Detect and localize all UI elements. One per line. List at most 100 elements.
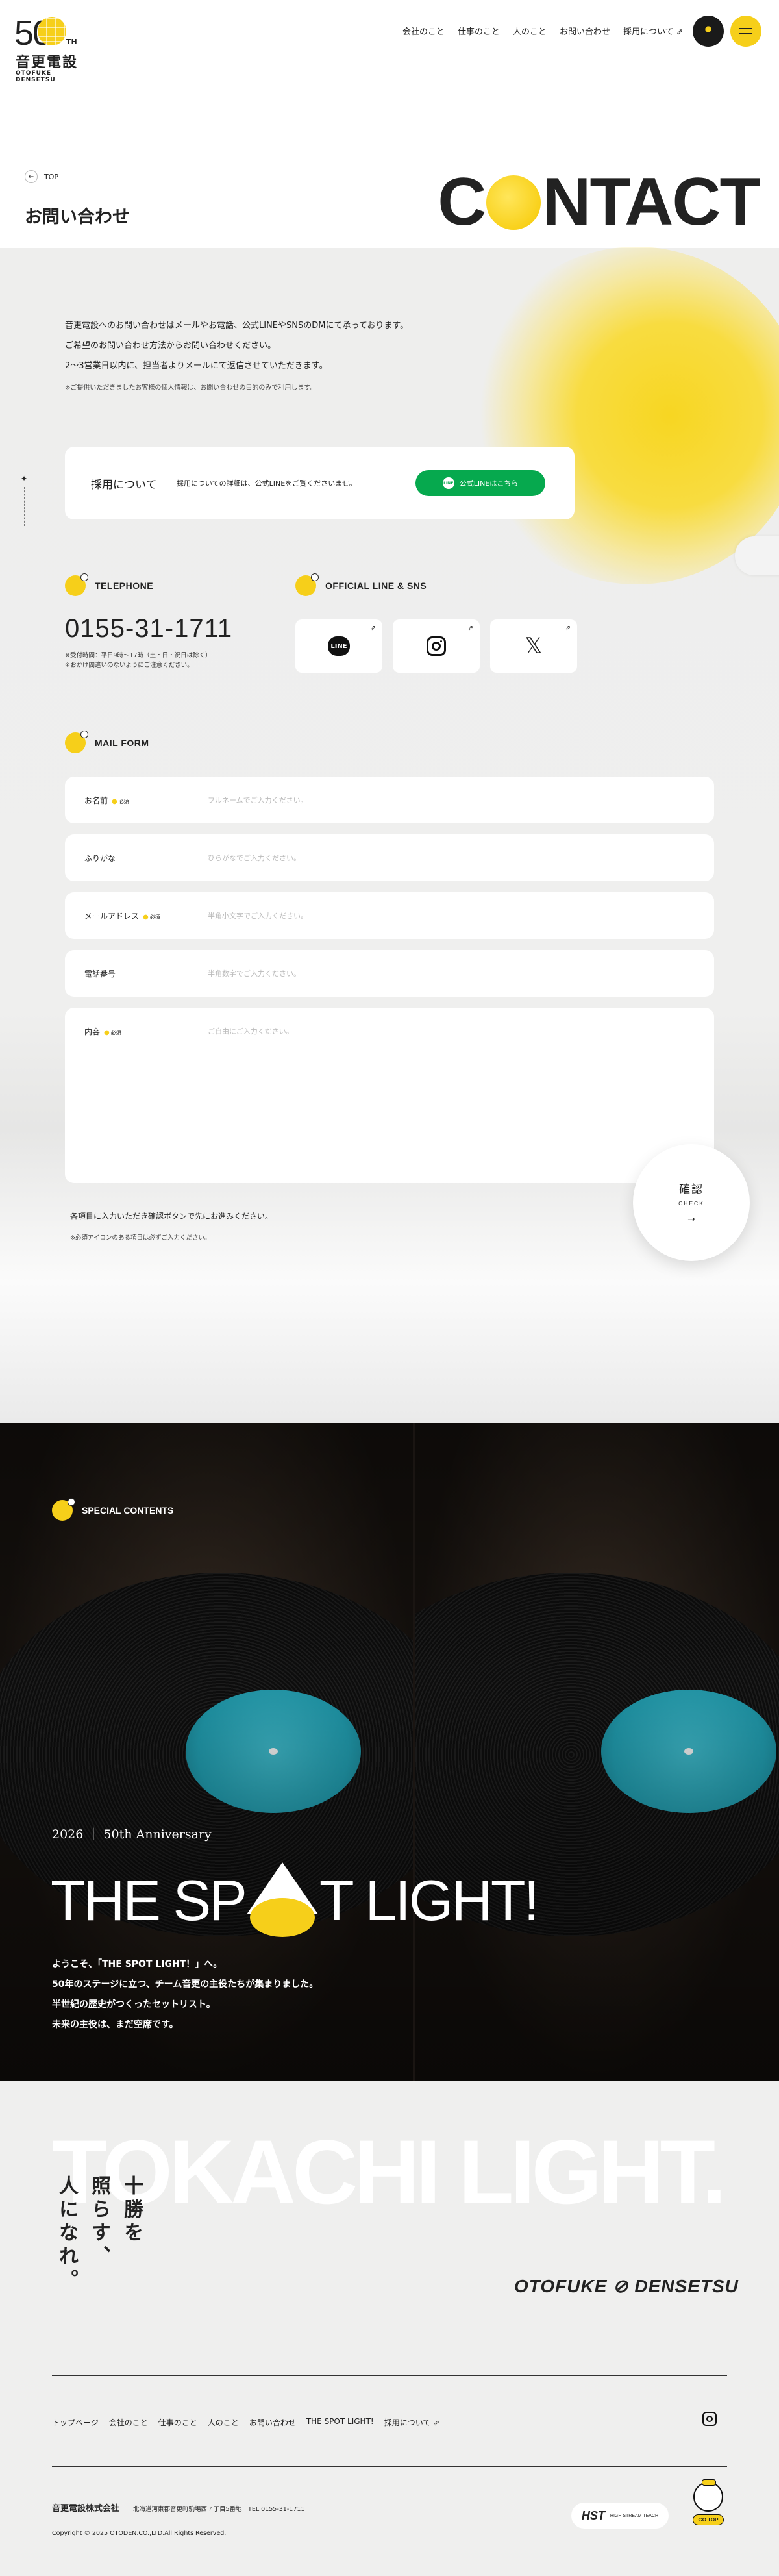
nav-company[interactable]: 会社のこと [402, 25, 445, 37]
arrow-right-icon: → [687, 1214, 695, 1225]
line-link[interactable]: LINE ⇗ [295, 619, 382, 673]
logo-japanese: 音更電設 [16, 55, 79, 71]
message-textarea[interactable]: ご自由にご入力ください。 [208, 1026, 293, 1036]
spotlight-line: ようこそ、「THE SPOT LIGHT！」へ。 [52, 1959, 223, 1970]
side-floating-tab[interactable] [735, 536, 779, 575]
mail-form-heading: MAIL FORM [65, 731, 149, 753]
phone-number[interactable]: 0155-31-1711 [65, 614, 232, 644]
required-badge: 必須 [112, 799, 129, 805]
brand-wordmark: OTOFUKE ⊘ DENSETSU [514, 2276, 739, 2296]
footer-nav-contact[interactable]: お問い合わせ [249, 2417, 296, 2428]
footer-nav-top[interactable]: トップページ [52, 2417, 99, 2428]
record-label [601, 1690, 776, 1813]
copyright: Copyright © 2025 OTODEN.CO.,LTD.All Righ… [52, 2530, 227, 2537]
record-label [186, 1690, 361, 1813]
spotlight-line: 半世紀の歴史がつくったセットリスト。 [52, 1999, 216, 2010]
mail-form-heading-label: MAIL FORM [95, 738, 149, 748]
footer-divider [52, 2466, 727, 2467]
confirm-label: 確認 [679, 1183, 704, 1196]
sns-links: LINE ⇗ ⇗ 𝕏 ⇗ [295, 619, 577, 673]
email-field[interactable]: メールアドレス必須 半角小文字でご入力ください。 [65, 892, 714, 939]
spotlight-section[interactable]: SPECIAL CONTENTS 2026 ｜ 50th Anniversary… [0, 1423, 779, 2081]
recruit-title: 採用について [91, 479, 157, 492]
name-field[interactable]: お名前必須 フルネームでご入力ください。 [65, 777, 714, 823]
spotlight-title-a: THE SP [51, 1868, 247, 1932]
phone-input[interactable]: 半角数字でご入力ください。 [208, 968, 301, 979]
field-label: 内容必須 [84, 1026, 121, 1037]
contact-heading-c: C [438, 164, 486, 240]
footer-nav-company[interactable]: 会社のこと [109, 2417, 148, 2428]
footer-nav-people[interactable]: 人のこと [208, 2417, 239, 2428]
furigana-field[interactable]: ふりがな ひらがなでご入力ください。 [65, 834, 714, 881]
spotlight-cone-icon [246, 1862, 318, 1937]
field-label: お名前必須 [84, 795, 129, 806]
phone-field[interactable]: 電話番号 半角数字でご入力ください。 [65, 950, 714, 997]
bulb-icon [52, 1498, 75, 1521]
bulb-icon [65, 731, 88, 753]
required-badge: 必須 [104, 1030, 121, 1036]
company-name: 音更電設株式会社 [52, 2504, 120, 2514]
external-link-icon: ⇗ [467, 625, 473, 632]
site-logo[interactable]: 50 TH 音更電設 OTOFUKE DENSETSU [14, 13, 86, 83]
field-label: ふりがな [84, 854, 116, 863]
field-label-text: メールアドレス [84, 912, 140, 921]
bulb-icon [65, 573, 88, 596]
go-top-button[interactable]: GO TOP [686, 2479, 731, 2531]
breadcrumb[interactable]: ← TOP [25, 170, 58, 183]
bulb-icon [295, 573, 319, 596]
logo-english: OTOFUKE DENSETSU [16, 70, 56, 83]
company-address: 北海道河東郡音更町駒場西７丁目5番地 TEL 0155-31-1711 [133, 2506, 305, 2513]
line-icon: LINE [328, 636, 350, 656]
hst-logo: HST [581, 2508, 605, 2522]
side-dashed-line [24, 487, 25, 526]
instagram-link[interactable]: ⇗ [393, 619, 480, 673]
hamburger-icon-line [739, 33, 752, 34]
telephone-heading: TELEPHONE [65, 573, 154, 596]
go-top-label: GO TOP [692, 2514, 724, 2525]
contact-page: 50 TH 音更電設 OTOFUKE DENSETSU 会社のこと 仕事のこと … [0, 0, 779, 2576]
sns-heading: OFFICIAL LINE & SNS [295, 573, 427, 596]
logo-ball-icon [38, 17, 66, 45]
furigana-input[interactable]: ひらがなでご入力ください。 [208, 853, 301, 863]
nav-people[interactable]: 人のこと [513, 25, 547, 37]
nav-recruit[interactable]: 採用について ⇗ [623, 25, 684, 37]
official-line-button[interactable]: LINE 公式LINEはこちら [415, 470, 545, 496]
x-link[interactable]: 𝕏 ⇗ [490, 619, 577, 673]
official-line-button-label: 公式LINEはこちら [459, 479, 519, 488]
instagram-icon[interactable] [702, 2412, 717, 2426]
spotlight-line: 未来の主役は、まだ空席です。 [52, 2020, 179, 2030]
site-footer: TOKACHI LIGHT. 十勝を 照らす、 人になれ。 OTOFUKE ⊘ … [0, 2081, 779, 2576]
line-icon: LINE [442, 477, 454, 489]
telephone-heading-label: TELEPHONE [95, 581, 154, 591]
spotlight-button[interactable] [693, 16, 724, 47]
name-input[interactable]: フルネームでご入力ください。 [208, 795, 308, 805]
footer-nav-recruit[interactable]: 採用について ⇗ [384, 2417, 440, 2428]
vertical-slogan-line: 照らす、 [88, 2175, 110, 2269]
sparkle-icon: ✦ [21, 474, 28, 483]
intro-line: ご希望のお問い合わせ方法からお問い合わせください。 [65, 341, 277, 351]
hst-tagline: HIGH STREAM TEACH [610, 2513, 659, 2518]
sns-heading-label: OFFICIAL LINE & SNS [325, 581, 427, 591]
yellow-circle-o-icon [486, 175, 541, 230]
menu-button[interactable] [730, 16, 761, 47]
footer-nav: トップページ 会社のこと 仕事のこと 人のこと お問い合わせ THE SPOT … [52, 2417, 439, 2428]
telephone-notes: ※受付時間：平日9時～17時（土・日・祝日は除く） ※おかけ間違いのないようにご… [65, 651, 212, 670]
mascot-icon [693, 2479, 723, 2512]
message-field[interactable]: 内容必須 ご自由にご入力ください。 [65, 1008, 714, 1183]
form-instruction: 各項目に入力いただき確認ボタンで先にお進みください。 [70, 1212, 273, 1221]
back-arrow-icon: ← [25, 170, 38, 183]
field-label: メールアドレス必須 [84, 910, 160, 921]
hst-link[interactable]: HST HIGH STREAM TEACH [571, 2503, 669, 2529]
instagram-icon [427, 636, 446, 656]
field-label: 電話番号 [84, 969, 116, 979]
external-link-icon: ⇗ [565, 625, 571, 632]
nav-work[interactable]: 仕事のこと [458, 25, 500, 37]
confirm-button[interactable]: 確認 CHECK → [633, 1144, 750, 1261]
footer-nav-work[interactable]: 仕事のこと [158, 2417, 197, 2428]
spotlight-title-b: T LIGHT! [319, 1868, 539, 1932]
nav-contact[interactable]: お問い合わせ [560, 25, 610, 37]
email-input[interactable]: 半角小文字でご入力ください。 [208, 910, 308, 921]
privacy-note: ※ご提供いただきましたお客様の個人情報は、お問い合わせの目的のみで利用します。 [65, 384, 317, 392]
footer-nav-spotlight[interactable]: THE SPOT LIGHT! [306, 2417, 374, 2428]
footer-divider [52, 2375, 727, 2376]
